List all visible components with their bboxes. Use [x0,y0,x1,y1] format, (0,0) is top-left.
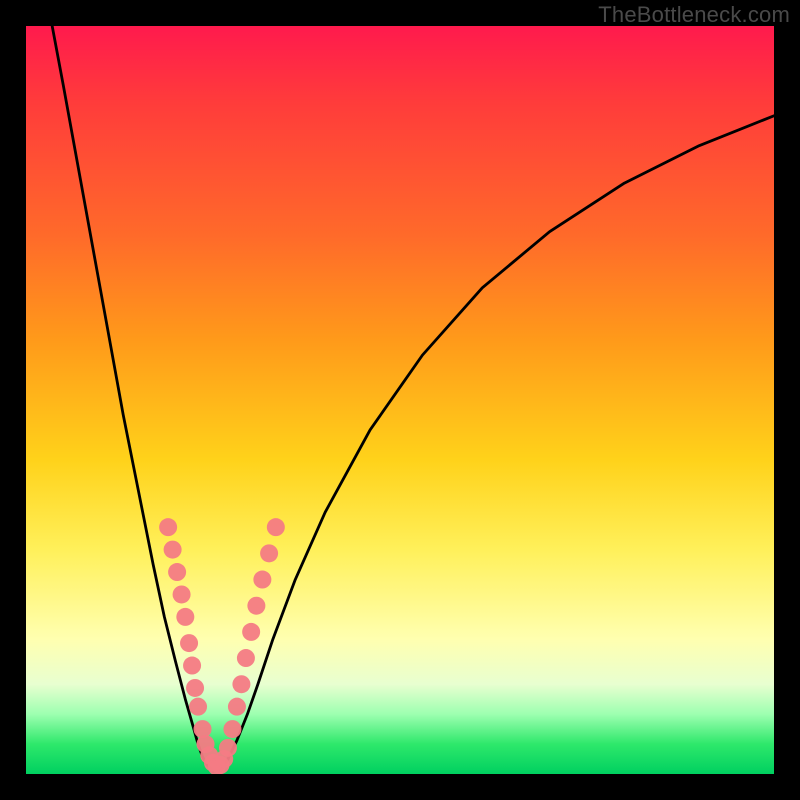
watermark-text: TheBottleneck.com [598,2,790,28]
curve-right [220,116,774,771]
chart-plot-area [26,26,774,774]
highlight-markers [159,518,285,774]
chart-svg [26,26,774,774]
curve-left [52,26,213,771]
chart-frame: TheBottleneck.com [0,0,800,800]
